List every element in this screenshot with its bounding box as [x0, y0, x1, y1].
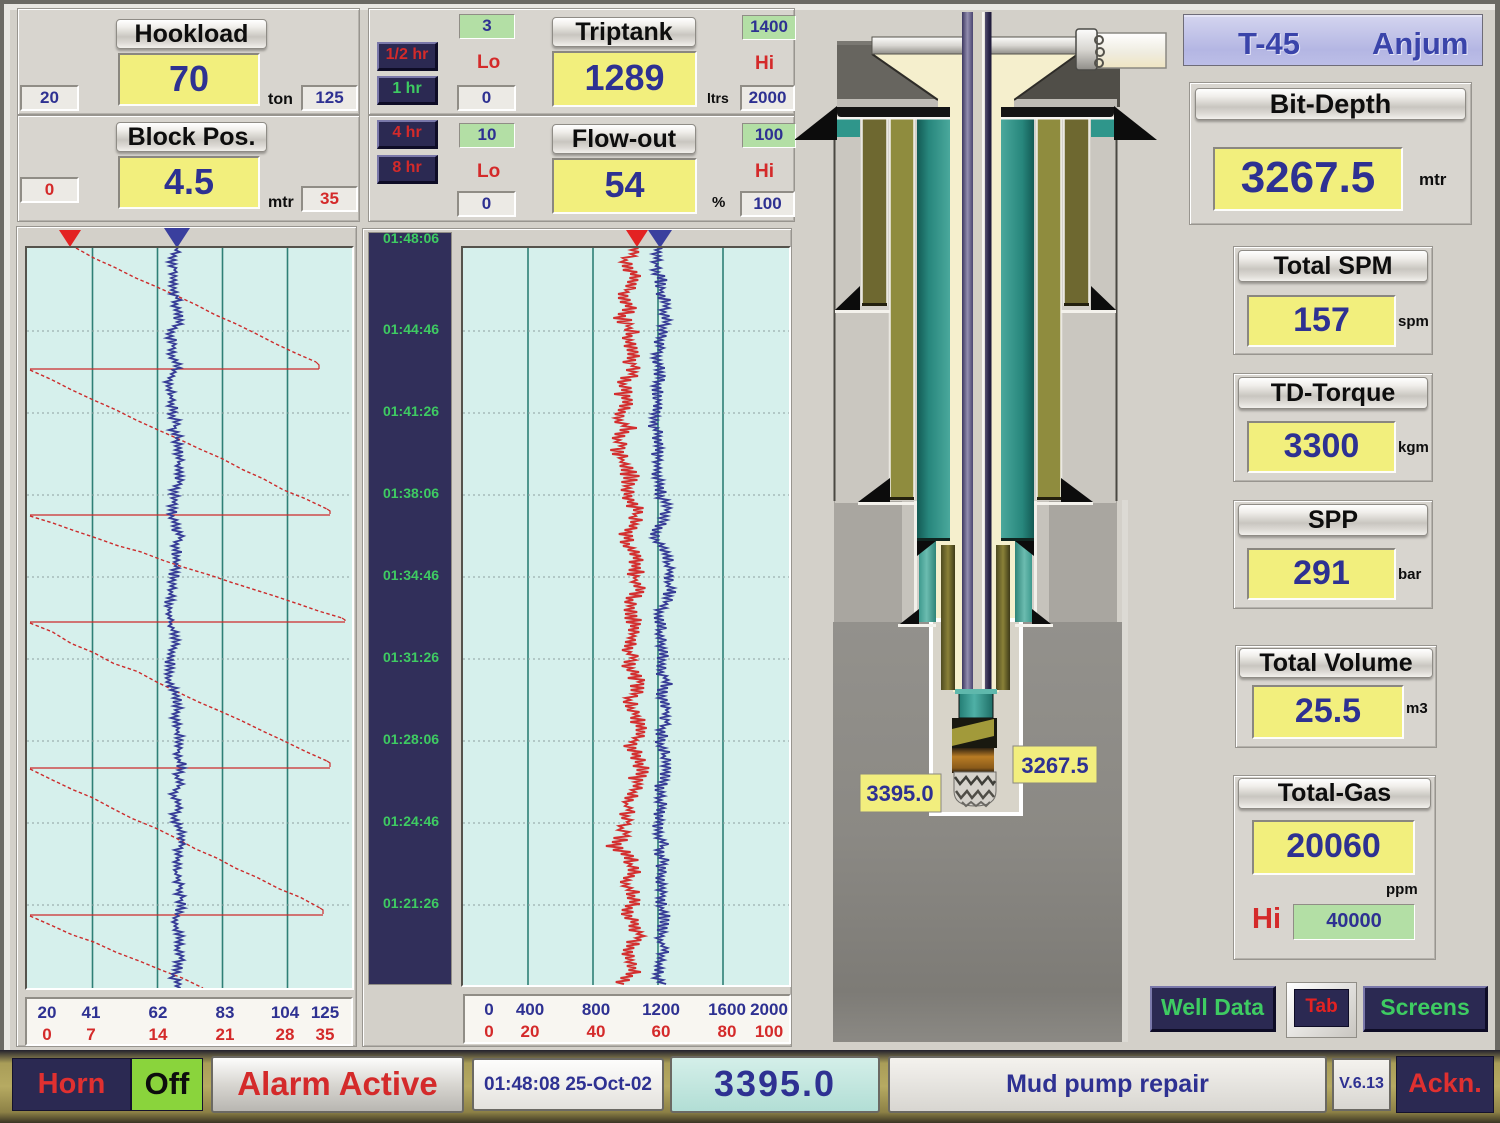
- svg-text:3395.0: 3395.0: [866, 781, 933, 806]
- svg-text:3267.5: 3267.5: [1021, 753, 1088, 778]
